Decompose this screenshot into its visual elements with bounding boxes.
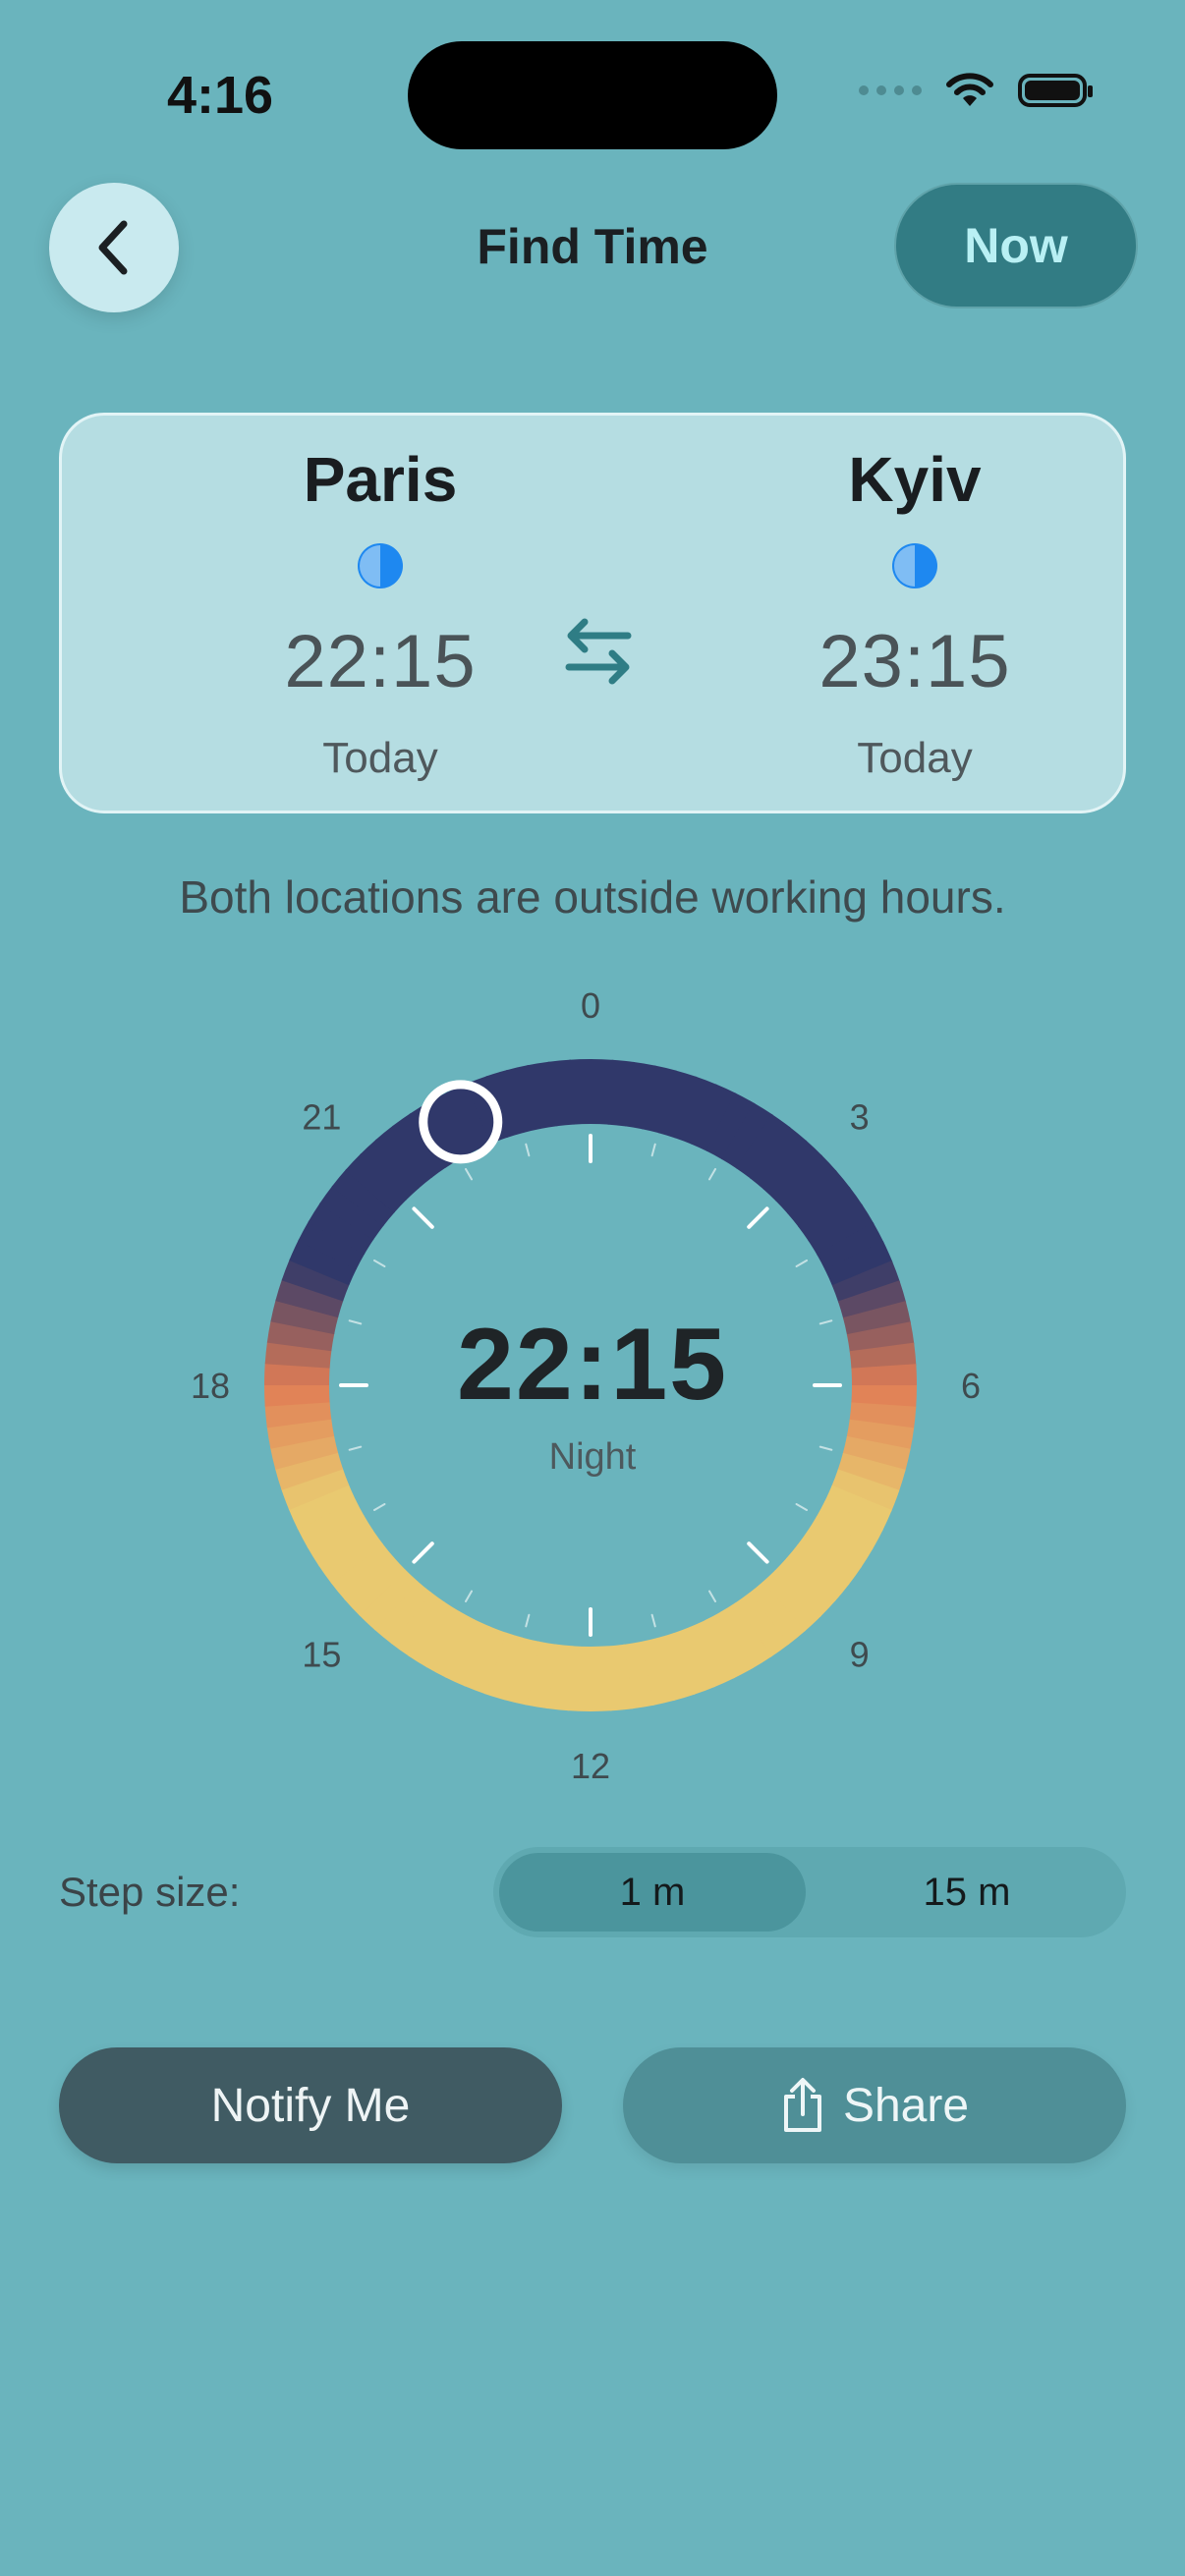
dial-hour-label: 21 <box>302 1096 341 1137</box>
step-size-control: 1 m 15 m <box>493 1847 1126 1937</box>
time-dial[interactable]: 036912151821 <box>0 0 1185 1818</box>
step-size-label: Step size: <box>59 1869 241 1915</box>
dial-tick <box>795 1503 808 1511</box>
dial-hour-label: 0 <box>581 985 600 1026</box>
share-label: Share <box>842 2079 970 2132</box>
dial-tick <box>650 1613 656 1628</box>
dial-hour-label: 9 <box>850 1635 870 1675</box>
dial-tick <box>525 1143 531 1157</box>
dial-time: 22:15 <box>457 1308 728 1422</box>
dial-tick <box>747 1206 769 1229</box>
share-icon <box>783 2078 821 2132</box>
step-option-1m[interactable]: 1 m <box>499 1853 806 1932</box>
find-time-screen: 4:16 Find Time Now Paris 22:15 Today Kyi… <box>0 0 1185 2576</box>
dial-tick <box>412 1206 434 1229</box>
dial-period: Night <box>548 1436 637 1478</box>
step-option-15m[interactable]: 15 m <box>814 1853 1120 1932</box>
dial-tick <box>650 1143 656 1157</box>
dial-tick <box>708 1590 716 1602</box>
dial-tick <box>465 1590 473 1602</box>
dial-tick <box>373 1260 386 1267</box>
dial-tick <box>708 1168 716 1181</box>
dial-tick <box>373 1503 386 1511</box>
dial-tick <box>412 1541 434 1564</box>
share-button[interactable]: Share <box>623 2047 1126 2163</box>
dial-hour-label: 12 <box>571 1746 610 1786</box>
dial-tick <box>525 1613 531 1628</box>
dial-tick <box>747 1541 769 1564</box>
dial-hour-label: 3 <box>850 1096 870 1137</box>
notify-me-button[interactable]: Notify Me <box>59 2047 562 2163</box>
dial-hour-label: 15 <box>302 1635 341 1675</box>
dial-tick <box>465 1168 473 1181</box>
dial-tick <box>795 1260 808 1267</box>
